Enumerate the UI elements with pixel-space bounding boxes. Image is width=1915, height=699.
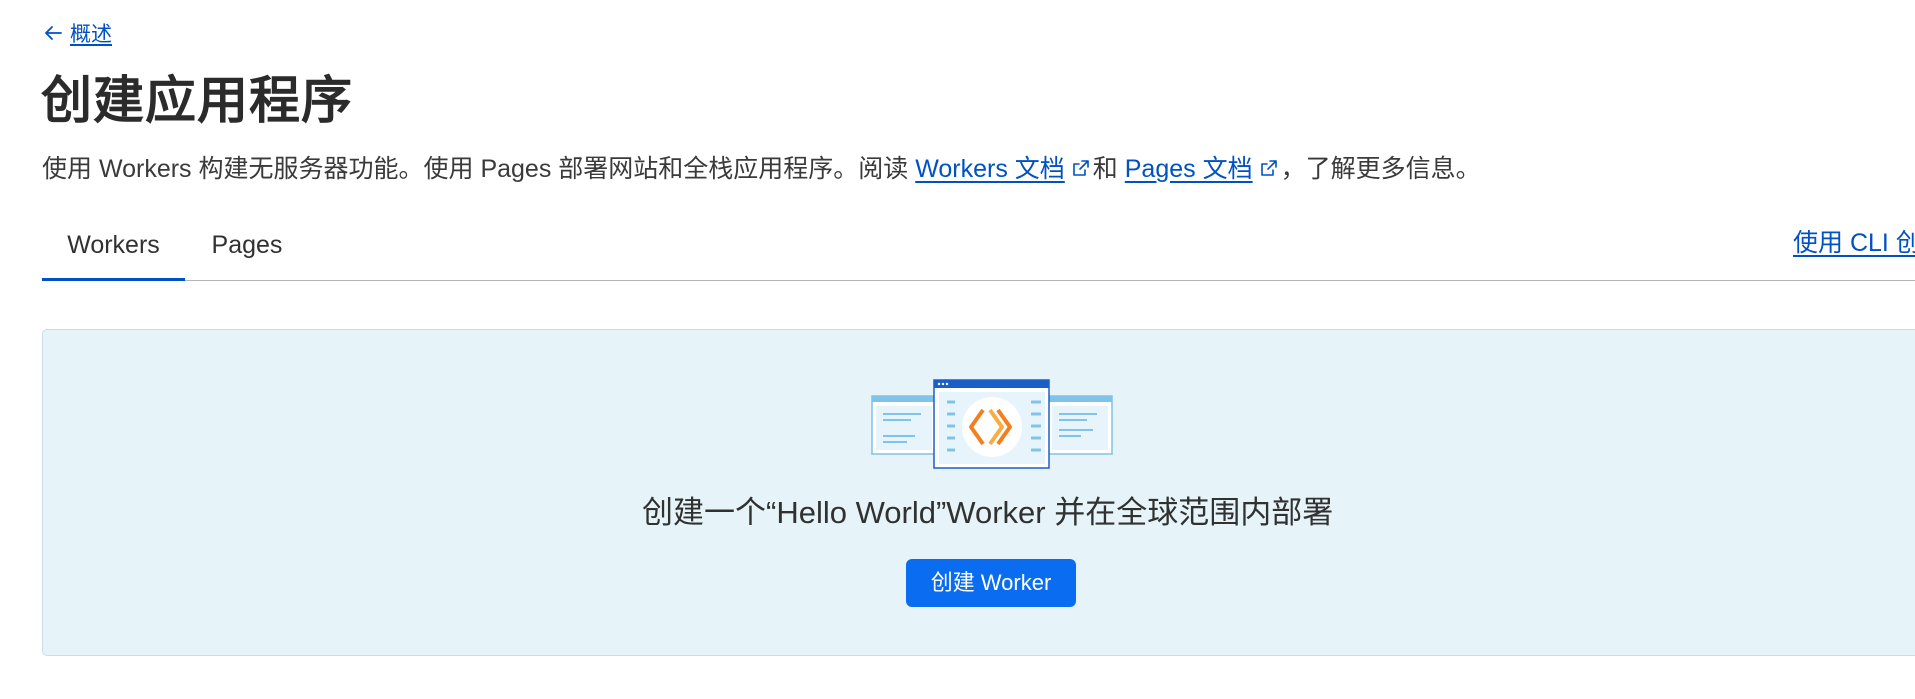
tab-pages[interactable]: Pages (209, 220, 285, 280)
hero-heading: 创建一个“Hello World”Worker 并在全球范围内部署 (642, 495, 1334, 530)
arrow-left-icon (42, 22, 64, 44)
cli-create-link[interactable]: 使用 CLI 创 (1793, 223, 1915, 259)
create-worker-button[interactable]: 创建 Worker (906, 559, 1076, 607)
description-text-1: 使用 Workers 构建无服务器功能。使用 Pages 部署网站和全栈应用程序… (42, 155, 916, 183)
workers-docs-link[interactable]: Workers 文档 (915, 155, 1065, 183)
tab-workers[interactable]: Workers (42, 220, 185, 281)
description-text-3: ，了解更多信息。 (1280, 155, 1481, 183)
pages-docs-link[interactable]: Pages 文档 (1125, 155, 1253, 183)
external-link-icon (1259, 153, 1279, 176)
external-link-icon (1071, 153, 1091, 176)
page-title: 创建应用程序 (41, 72, 354, 129)
workers-illustration (871, 379, 1113, 469)
page: 概述 创建应用程序 使用 Workers 构建无服务器功能。使用 Pages 部… (0, 0, 1915, 699)
page-description: 使用 Workers 构建无服务器功能。使用 Pages 部署网站和全栈应用程序… (42, 152, 1481, 186)
description-text-2: 和 (1092, 155, 1125, 183)
back-link-overview[interactable]: 概述 (42, 18, 112, 48)
back-link-label: 概述 (70, 23, 112, 46)
tab-bar: Workers Pages (42, 220, 1915, 281)
hello-world-card: 创建一个“Hello World”Worker 并在全球范围内部署 创建 Wor… (42, 329, 1915, 656)
